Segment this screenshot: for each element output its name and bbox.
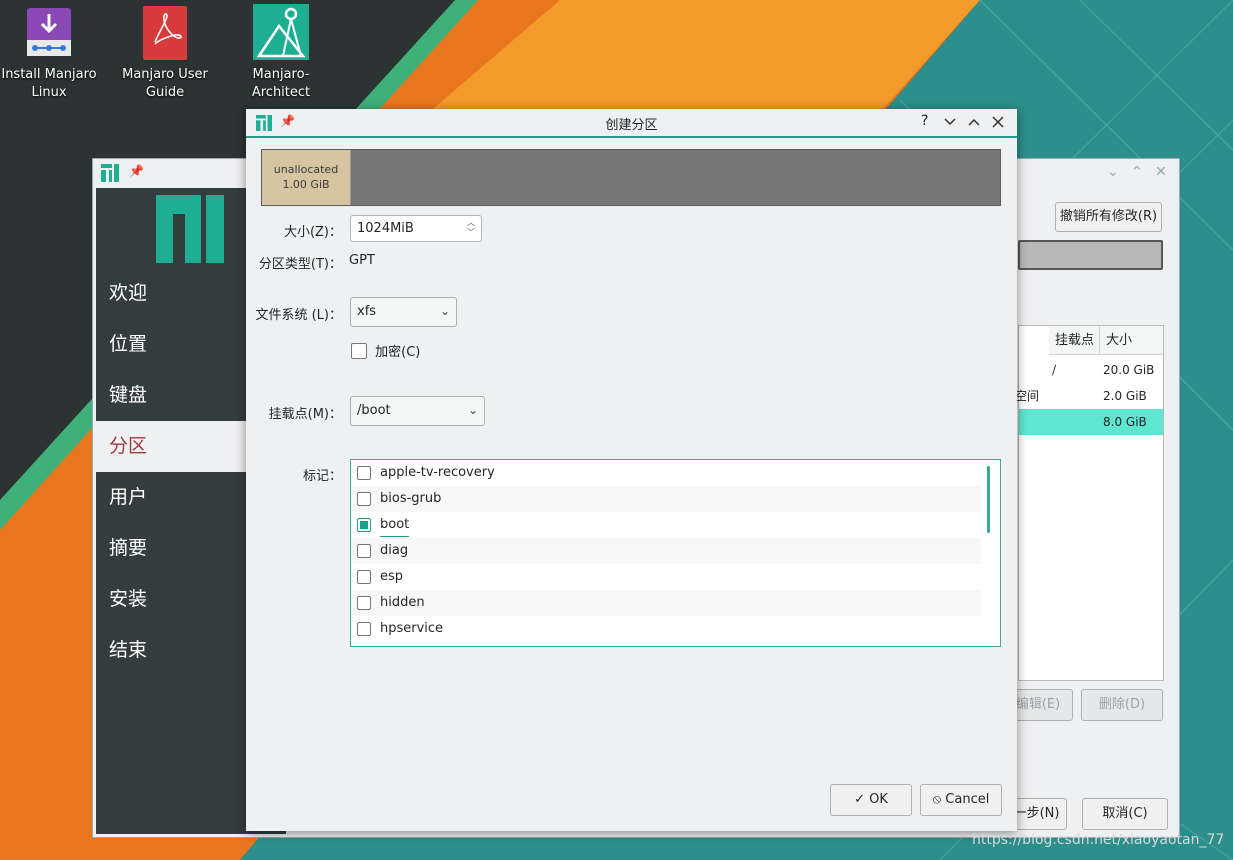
- cancel-dialog-button[interactable]: ⦸ Cancel: [920, 784, 1002, 816]
- checkbox-icon[interactable]: [357, 492, 371, 506]
- size-value: 1024MiB: [357, 221, 414, 236]
- flag-boot[interactable]: boot: [352, 512, 981, 538]
- flags-label: 标记：: [302, 469, 342, 484]
- manjaro-logo: [156, 195, 224, 263]
- dialog-title: 创建分区: [605, 118, 658, 133]
- minimize-icon[interactable]: [944, 117, 956, 127]
- flag-esp[interactable]: esp: [352, 564, 981, 590]
- pin-icon[interactable]: 📌: [129, 164, 144, 178]
- desktop-icon-architect[interactable]: Manjaro-Architect: [231, 0, 331, 102]
- filesystem-label: 文件系统 (L)：: [255, 308, 342, 323]
- checkbox-icon[interactable]: [357, 596, 371, 610]
- row-size: 8.0 GiB: [1103, 415, 1147, 429]
- flag-label: apple-tv-recovery: [380, 465, 495, 480]
- flag-label: diag: [380, 543, 409, 558]
- row-mount: /: [1052, 363, 1057, 377]
- flag-apple-tv-recovery[interactable]: apple-tv-recovery: [352, 460, 981, 486]
- maximize-icon[interactable]: [968, 117, 980, 127]
- checkbox-icon[interactable]: [357, 570, 371, 584]
- row-size: 20.0 GiB: [1103, 363, 1155, 377]
- desktop-icon-label: Install Manjaro Linux: [1, 67, 97, 100]
- encrypt-checkbox[interactable]: 加密(C): [351, 341, 420, 360]
- checkbox-icon[interactable]: [357, 466, 371, 480]
- partition-type-label: 分区类型(T)：: [258, 257, 342, 272]
- flag-label: boot: [380, 514, 410, 537]
- check-icon: ✓: [854, 792, 865, 807]
- ok-label: OK: [869, 792, 888, 807]
- ok-button[interactable]: ✓ OK: [830, 784, 912, 816]
- close-icon[interactable]: [992, 116, 1004, 128]
- cancel-button[interactable]: 取消(C): [1082, 798, 1168, 830]
- flag-label: hidden: [380, 595, 425, 610]
- desktop-icon-label: Manjaro-Architect: [251, 67, 311, 100]
- create-partition-dialog: 📌 创建分区 ? unallocated 1.00 GiB 大小(Z)： 102…: [246, 109, 1017, 831]
- desktop-icon-install[interactable]: Install Manjaro Linux: [0, 0, 99, 102]
- mount-value: /boot: [357, 403, 391, 418]
- spin-arrows-icon[interactable]: ︿ ﹀: [467, 218, 477, 238]
- pdf-icon: [143, 6, 187, 60]
- desktop-icon-user-guide[interactable]: Manjaro User Guide: [115, 0, 215, 102]
- checkbox-icon[interactable]: [357, 544, 371, 558]
- cancel-icon: ⦸: [932, 792, 942, 807]
- flag-label: bios-grub: [380, 491, 442, 506]
- manjaro-logo-icon: [101, 164, 119, 182]
- flag-diag[interactable]: diag: [352, 538, 981, 564]
- desktop-icon-label: Manjaro User Guide: [122, 67, 208, 100]
- mount-label: 挂载点(M)：: [268, 407, 342, 422]
- flag-hpservice[interactable]: hpservice: [352, 616, 981, 642]
- filesystem-combo[interactable]: xfs ⌄: [350, 297, 457, 327]
- watermark: https://blog.csdn.net/xiaoyaotan_77: [972, 832, 1225, 848]
- flag-hidden[interactable]: hidden: [352, 590, 981, 616]
- encrypt-label: 加密(C): [375, 345, 421, 360]
- unallocated-segment: unallocated 1.00 GiB: [262, 150, 351, 205]
- flag-bios-grub[interactable]: bios-grub: [352, 486, 981, 512]
- partition-type-value: GPT: [349, 253, 375, 268]
- partition-table[interactable]: 挂载点 大小 / 20.0 GiB 空间 2.0 GiB 8.0 GiB: [1015, 325, 1164, 681]
- mount-combo[interactable]: /boot ⌄: [350, 396, 485, 426]
- column-header-size[interactable]: 大小: [1100, 326, 1163, 355]
- flag-label: hpservice: [380, 621, 444, 636]
- filesystem-value: xfs: [357, 304, 377, 319]
- table-row-selected[interactable]: 8.0 GiB: [1019, 409, 1163, 435]
- dialog-titlebar: 📌 创建分区 ?: [246, 109, 1017, 138]
- delete-button[interactable]: 删除(D): [1081, 689, 1163, 721]
- row-mount: 空间: [1015, 389, 1040, 403]
- chevron-down-icon: ⌄: [439, 304, 450, 318]
- disk-usage-bar: [1018, 240, 1163, 270]
- help-icon[interactable]: ?: [921, 113, 928, 129]
- minimize-icon[interactable]: ⌄: [1105, 164, 1121, 180]
- flag-label: esp: [380, 569, 404, 584]
- maximize-icon[interactable]: ⌃: [1129, 164, 1145, 180]
- install-icon: [27, 8, 71, 56]
- close-icon[interactable]: ✕: [1153, 164, 1169, 180]
- desktop: Install Manjaro Linux Manjaro User Guide…: [0, 0, 1233, 860]
- flags-list[interactable]: apple-tv-recovery bios-grub boot diag es…: [350, 459, 1001, 647]
- checkbox-icon[interactable]: [357, 622, 371, 636]
- checkbox-icon[interactable]: [351, 342, 367, 359]
- cancel-label: Cancel: [945, 792, 990, 807]
- scrollbar-handle[interactable]: [987, 466, 990, 533]
- row-size: 2.0 GiB: [1103, 389, 1147, 403]
- partition-bar: unallocated 1.00 GiB: [261, 149, 1001, 206]
- size-label: 大小(Z)：: [283, 225, 342, 240]
- size-spinbox[interactable]: 1024MiB ︿ ﹀: [350, 215, 482, 242]
- column-header-mount[interactable]: 挂载点: [1049, 326, 1100, 355]
- chevron-down-icon: ⌄: [467, 403, 478, 417]
- checkbox-checked-icon[interactable]: [357, 518, 371, 532]
- revert-all-button[interactable]: 撤销所有修改(R): [1055, 202, 1162, 232]
- segment-size: 1.00 GiB: [282, 178, 330, 191]
- architect-icon: [253, 4, 309, 60]
- segment-name: unallocated: [273, 163, 339, 176]
